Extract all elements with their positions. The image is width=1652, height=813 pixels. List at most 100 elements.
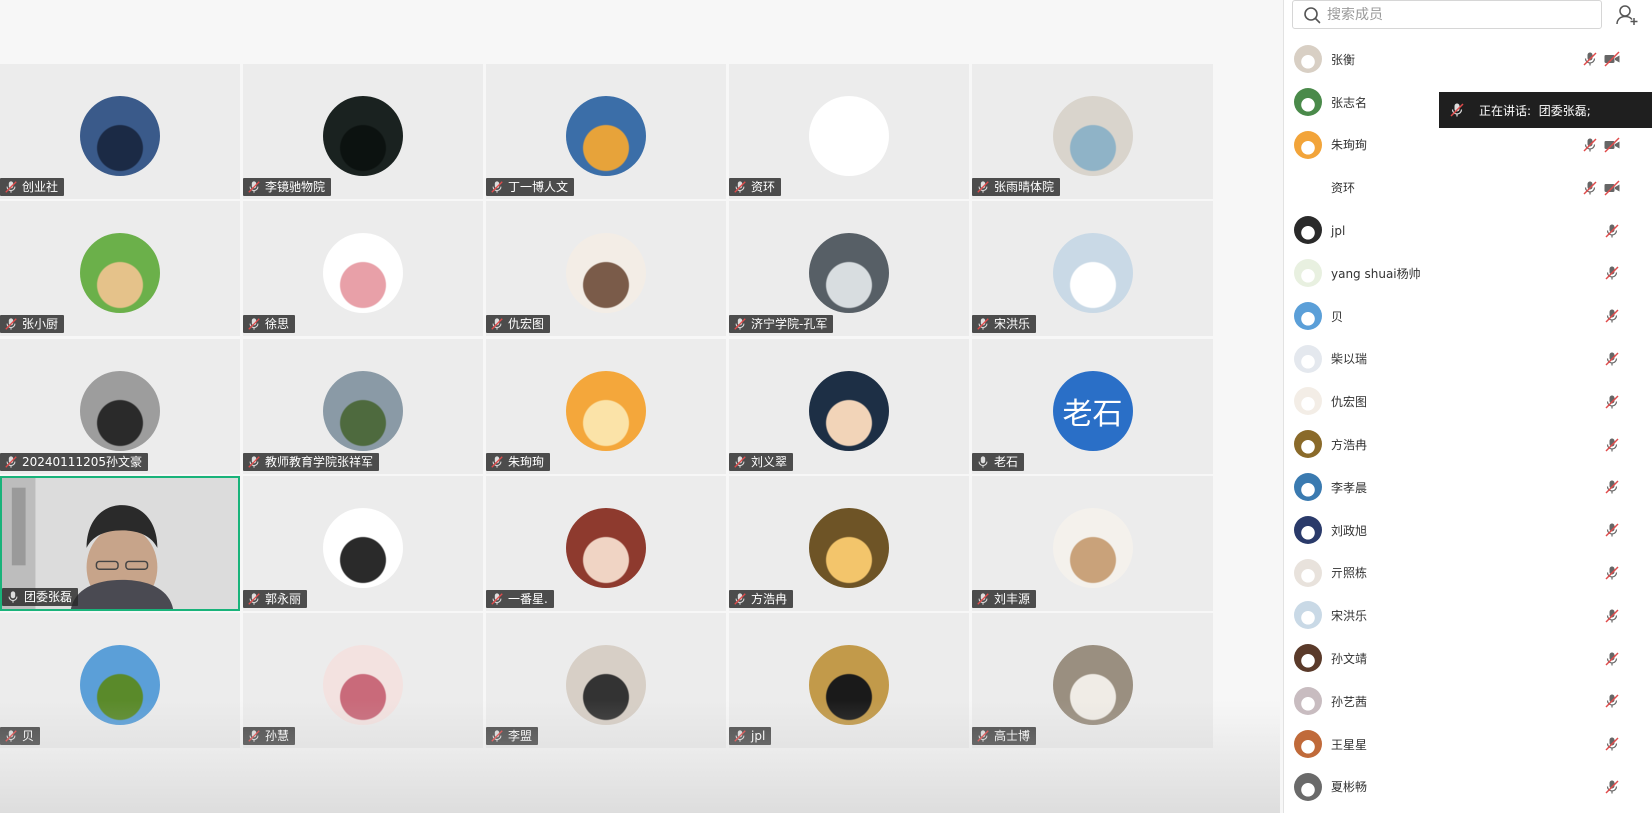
participant-tile[interactable]: 李镜驰物院 xyxy=(243,64,483,199)
participant-avatar xyxy=(809,233,889,313)
mic-muted-icon xyxy=(733,317,747,331)
participant-tile[interactable]: 郭永丽 xyxy=(243,476,483,611)
participant-tile[interactable]: 徐思 xyxy=(243,201,483,336)
participant-tile[interactable]: 仇宏图 xyxy=(486,201,726,336)
member-search-box[interactable] xyxy=(1292,0,1602,29)
mic-muted-icon[interactable] xyxy=(1604,394,1620,410)
member-avatar xyxy=(1294,216,1322,245)
mic-muted-icon[interactable] xyxy=(1604,693,1620,709)
member-name: 亓照栋 xyxy=(1331,566,1368,581)
participant-avatar xyxy=(80,96,160,176)
participant-tile[interactable]: 张雨晴体院 xyxy=(972,64,1213,199)
participant-name-tag: 李盟 xyxy=(486,727,539,745)
participant-tile[interactable]: 朱珣珣 xyxy=(486,339,726,474)
mic-muted-icon[interactable] xyxy=(1604,779,1620,795)
participant-tile[interactable]: 宋洪乐 xyxy=(972,201,1213,336)
member-row[interactable]: 刘政旭 xyxy=(1284,509,1652,552)
mic-muted-icon[interactable] xyxy=(1604,522,1620,538)
participant-tile[interactable]: 教师教育学院张祥军 xyxy=(243,339,483,474)
mic-muted-icon[interactable] xyxy=(1604,223,1620,239)
member-row[interactable]: 张衡 xyxy=(1284,38,1652,81)
participant-avatar: 老石 xyxy=(1052,371,1133,451)
member-row[interactable]: 柴以瑞 xyxy=(1284,338,1652,381)
participant-tile[interactable]: jpl xyxy=(729,613,969,748)
mic-muted-icon[interactable] xyxy=(1604,608,1620,624)
participant-avatar xyxy=(809,645,889,725)
member-row[interactable]: 朱珣珣 xyxy=(1284,124,1652,167)
mic-icon xyxy=(976,455,990,469)
participant-name-tag: 一番星. xyxy=(486,590,554,608)
participant-avatar xyxy=(80,645,160,725)
member-name: 贝 xyxy=(1331,309,1344,324)
mic-muted-icon[interactable] xyxy=(1604,736,1620,752)
participant-tile[interactable]: 贝 xyxy=(0,613,240,748)
mic-muted-icon xyxy=(490,729,504,743)
participant-tile[interactable]: 20240111205孙文豪 xyxy=(0,339,240,474)
participant-tile[interactable]: 创业社 xyxy=(0,64,240,199)
participant-name: jpl xyxy=(751,729,766,743)
participant-tile[interactable]: 资环 xyxy=(729,64,969,199)
camera-off-icon[interactable] xyxy=(1603,137,1621,153)
member-row[interactable]: 孙文靖 xyxy=(1284,637,1652,680)
participant-name-tag: 贝 xyxy=(0,727,41,745)
member-row[interactable]: 孙艺茜 xyxy=(1284,680,1652,723)
mic-muted-icon[interactable] xyxy=(1604,351,1620,367)
mic-muted-icon xyxy=(490,455,504,469)
participant-name: 贝 xyxy=(22,729,35,743)
participant-tile[interactable]: 一番星. xyxy=(486,476,726,611)
participant-tile[interactable]: 老石 老石 xyxy=(972,339,1213,474)
member-row[interactable]: yang shuai杨帅 xyxy=(1284,252,1652,295)
participant-name-tag: 张雨晴体院 xyxy=(972,178,1061,196)
participant-tile[interactable]: 孙慧 xyxy=(243,613,483,748)
add-member-icon[interactable] xyxy=(1614,2,1640,28)
camera-off-icon[interactable] xyxy=(1603,51,1621,67)
participant-tile[interactable]: 方浩冉 xyxy=(729,476,969,611)
participant-tile[interactable]: 济宁学院-孔军 xyxy=(729,201,969,336)
mic-muted-icon xyxy=(976,729,990,743)
mic-muted-icon[interactable] xyxy=(1582,51,1598,67)
member-avatar xyxy=(1294,258,1322,287)
mic-muted-icon[interactable] xyxy=(1604,651,1620,667)
member-row[interactable]: 王星星 xyxy=(1284,723,1652,766)
participant-tile[interactable]: 高士博 xyxy=(972,613,1213,748)
mic-muted-icon[interactable] xyxy=(1604,479,1620,495)
mic-muted-icon[interactable] xyxy=(1604,308,1620,324)
member-row[interactable]: 夏彬畅 xyxy=(1284,766,1652,809)
member-avatar xyxy=(1294,558,1322,587)
participant-tile[interactable]: 刘丰源 xyxy=(972,476,1213,611)
member-name: 夏彬畅 xyxy=(1331,780,1368,795)
camera-off-icon[interactable] xyxy=(1603,180,1621,196)
participant-name: 一番星. xyxy=(508,592,548,606)
participant-avatar xyxy=(80,233,160,313)
member-avatar xyxy=(1294,87,1322,116)
mic-muted-icon xyxy=(1450,103,1464,117)
mic-muted-icon xyxy=(976,592,990,606)
participant-avatar xyxy=(809,371,889,451)
member-row[interactable]: 亓照栋 xyxy=(1284,552,1652,595)
member-row[interactable]: 贝 xyxy=(1284,295,1652,338)
search-input[interactable] xyxy=(1327,6,1587,23)
top-toolbar-area xyxy=(0,0,1280,64)
member-row[interactable]: 方浩冉 xyxy=(1284,423,1652,466)
member-avatar xyxy=(1294,173,1322,202)
participant-tile[interactable]: 刘义翠 xyxy=(729,339,969,474)
mic-muted-icon[interactable] xyxy=(1604,437,1620,453)
member-avatar xyxy=(1294,301,1322,330)
member-row[interactable]: 李孝晨 xyxy=(1284,466,1652,509)
participant-tile[interactable]: 丁一博人文 xyxy=(486,64,726,199)
member-row[interactable]: 仇宏图 xyxy=(1284,380,1652,423)
mic-muted-icon[interactable] xyxy=(1582,137,1598,153)
participant-avatar xyxy=(1052,96,1133,176)
participant-tile[interactable]: 团委张磊 xyxy=(0,476,240,611)
mic-muted-icon[interactable] xyxy=(1604,565,1620,581)
mic-muted-icon[interactable] xyxy=(1604,265,1620,281)
participant-tile[interactable]: 张小厨 xyxy=(0,201,240,336)
mic-muted-icon xyxy=(490,180,504,194)
member-row[interactable]: jpl xyxy=(1284,209,1652,252)
member-avatar xyxy=(1294,472,1322,501)
participant-tile[interactable]: 李盟 xyxy=(486,613,726,748)
mic-muted-icon[interactable] xyxy=(1582,180,1598,196)
participant-name: 方浩冉 xyxy=(751,592,788,606)
member-row[interactable]: 宋洪乐 xyxy=(1284,594,1652,637)
member-row[interactable]: 资环 xyxy=(1284,166,1652,209)
